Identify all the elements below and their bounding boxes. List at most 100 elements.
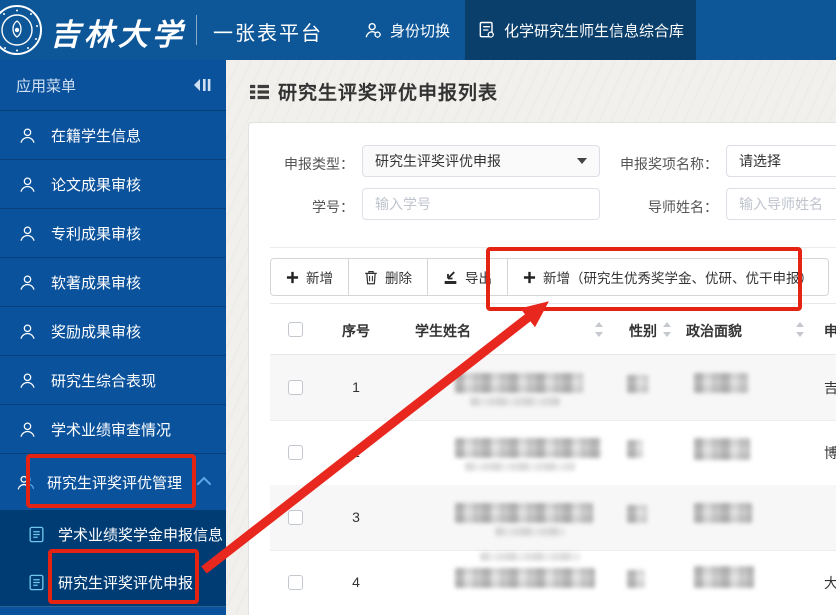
column-header-student-name: 学生姓名	[415, 323, 471, 339]
row-checkbox[interactable]	[288, 575, 303, 590]
redacted-detail	[470, 397, 560, 406]
brand-divider	[196, 15, 197, 45]
add-special-button-label: 新增（研究生优秀奖学金、优研、优干申报）	[543, 271, 813, 286]
active-app-tab[interactable]: 化学研究生师生信息综合库	[465, 0, 696, 60]
delete-button[interactable]: 删除	[348, 258, 428, 296]
redacted-gender	[627, 505, 647, 523]
submenu-item-label: 学术业绩奖学金申报信息	[58, 526, 224, 544]
column-header-gender: 性别	[629, 323, 657, 339]
filter-type-value: 研究生评奖评优申报	[375, 153, 501, 169]
collapse-panel-icon[interactable]	[192, 77, 212, 93]
add-special-button[interactable]: 新增（研究生优秀奖学金、优研、优干申报）	[507, 258, 829, 296]
clipped-cell-text: 吉	[824, 380, 836, 396]
redacted-gender	[627, 375, 648, 393]
add-button[interactable]: 新增	[270, 258, 349, 296]
select-all-checkbox[interactable]	[288, 322, 303, 337]
sidebar-submenu: 学术业绩奖学金申报信息 研究生评奖评优申报	[0, 510, 226, 607]
redacted-student-name	[455, 568, 595, 588]
page-title-text: 研究生评奖评优申报列表	[278, 83, 499, 104]
sidebar-item-software-review[interactable]: 软著成果审核	[0, 258, 226, 307]
document-gear-icon	[479, 21, 494, 38]
form-list-icon	[29, 574, 44, 590]
person-icon	[20, 275, 35, 290]
form-list-icon	[29, 526, 44, 542]
row-checkbox[interactable]	[288, 445, 303, 460]
sort-arrows-icon[interactable]	[795, 322, 805, 337]
university-name: 吉林大学	[50, 18, 186, 53]
table-row[interactable]: 4 大	[270, 550, 836, 615]
sidebar-item-label: 学术业绩审查情况	[51, 421, 172, 439]
sidebar-item-label: 奖励成果审核	[51, 323, 142, 341]
filter-award-select[interactable]: 请选择	[726, 145, 836, 177]
redacted-student-name	[455, 438, 601, 458]
people-icon	[17, 475, 34, 489]
sidebar: 应用菜单 在籍学生信息 论文成果审核 专利成果审核 软著成果审核 奖励成果审核	[0, 60, 226, 615]
export-button[interactable]: 导出	[427, 258, 508, 296]
person-gear-icon	[365, 22, 381, 38]
top-bar: 吉林大学 一张表平台 身份切换 化学研究生师生信息综合库	[0, 0, 836, 60]
table-toolbar: 新增 删除 导出 新增（研究生优秀奖学金、优研、优干申报）	[270, 258, 829, 296]
filter-tutor-label: 导师姓名：	[648, 199, 718, 215]
list-icon	[250, 84, 269, 99]
column-header-political-status: 政治面貌	[686, 323, 742, 339]
row-index: 3	[352, 509, 360, 525]
sidebar-item-patent-review[interactable]: 专利成果审核	[0, 209, 226, 258]
sidebar-item-label: 研究生综合表现	[51, 372, 157, 390]
person-icon	[20, 324, 35, 339]
redacted-student-name	[455, 503, 593, 523]
person-icon	[20, 226, 35, 241]
tutor-name-input[interactable]	[726, 188, 836, 220]
table-row[interactable]: 2 博	[270, 420, 836, 486]
sidebar-header: 应用菜单	[0, 60, 226, 111]
table-row[interactable]: 1 吉	[270, 355, 836, 421]
sidebar-item-label: 在籍学生信息	[51, 127, 142, 145]
filter-type-select[interactable]: 研究生评奖评优申报	[362, 145, 600, 177]
chevron-up-icon	[197, 476, 211, 485]
column-header-clipped: 申报奖项	[824, 323, 836, 339]
person-icon	[20, 128, 35, 143]
active-app-label: 化学研究生师生信息综合库	[503, 22, 684, 40]
student-id-input[interactable]	[362, 188, 600, 220]
redacted-student-name	[455, 373, 583, 393]
person-icon	[20, 422, 35, 437]
platform-name: 一张表平台	[213, 23, 323, 45]
table-row[interactable]: 3	[270, 485, 836, 551]
table-header: 序号 学生姓名 性别 政治面貌 申报奖项	[270, 303, 836, 355]
row-index: 4	[352, 574, 360, 590]
sort-arrows-icon[interactable]	[662, 322, 672, 337]
clipped-cell-text: 博	[824, 445, 836, 461]
sidebar-item-comprehensive-performance[interactable]: 研究生综合表现	[0, 356, 226, 405]
caret-down-icon	[577, 158, 587, 164]
page-title: 研究生评奖评优申报列表	[250, 78, 498, 105]
submenu-item-label: 研究生评奖评优申报	[58, 574, 194, 592]
row-checkbox[interactable]	[288, 510, 303, 525]
row-checkbox[interactable]	[288, 380, 303, 395]
panel-divider	[270, 247, 836, 248]
sidebar-item-award-review[interactable]: 奖励成果审核	[0, 307, 226, 356]
trash-icon	[365, 270, 377, 284]
plus-icon	[523, 271, 536, 283]
redacted-gender	[627, 570, 645, 588]
sort-arrows-icon[interactable]	[594, 322, 604, 337]
identity-switch-button[interactable]: 身份切换	[363, 0, 450, 60]
delete-button-label: 删除	[385, 271, 412, 286]
submenu-item-award-application[interactable]: 研究生评奖评优申报	[0, 558, 226, 607]
sidebar-item-paper-review[interactable]: 论文成果审核	[0, 160, 226, 209]
sidebar-item-label: 专利成果审核	[51, 225, 142, 243]
redacted-political-status	[694, 503, 752, 523]
plus-icon	[286, 271, 299, 283]
column-header-index: 序号	[342, 323, 370, 339]
sidebar-header-label: 应用菜单	[16, 77, 77, 95]
redacted-political-status	[694, 566, 754, 588]
sidebar-group-award-management[interactable]: 研究生评奖评优管理	[0, 454, 226, 510]
submenu-item-scholarship-info[interactable]: 学术业绩奖学金申报信息	[0, 510, 226, 558]
sidebar-item-enrolled-students[interactable]: 在籍学生信息	[0, 111, 226, 160]
row-index: 2	[352, 444, 360, 460]
sidebar-item-academic-audit[interactable]: 学术业绩审查情况	[0, 405, 226, 454]
redacted-gender	[627, 440, 643, 458]
redacted-detail	[495, 527, 565, 536]
filter-type-label: 申报类型：	[284, 156, 354, 172]
redacted-detail	[465, 462, 575, 471]
sidebar-item-label: 论文成果审核	[51, 176, 142, 194]
identity-switch-label: 身份切换	[390, 22, 451, 40]
